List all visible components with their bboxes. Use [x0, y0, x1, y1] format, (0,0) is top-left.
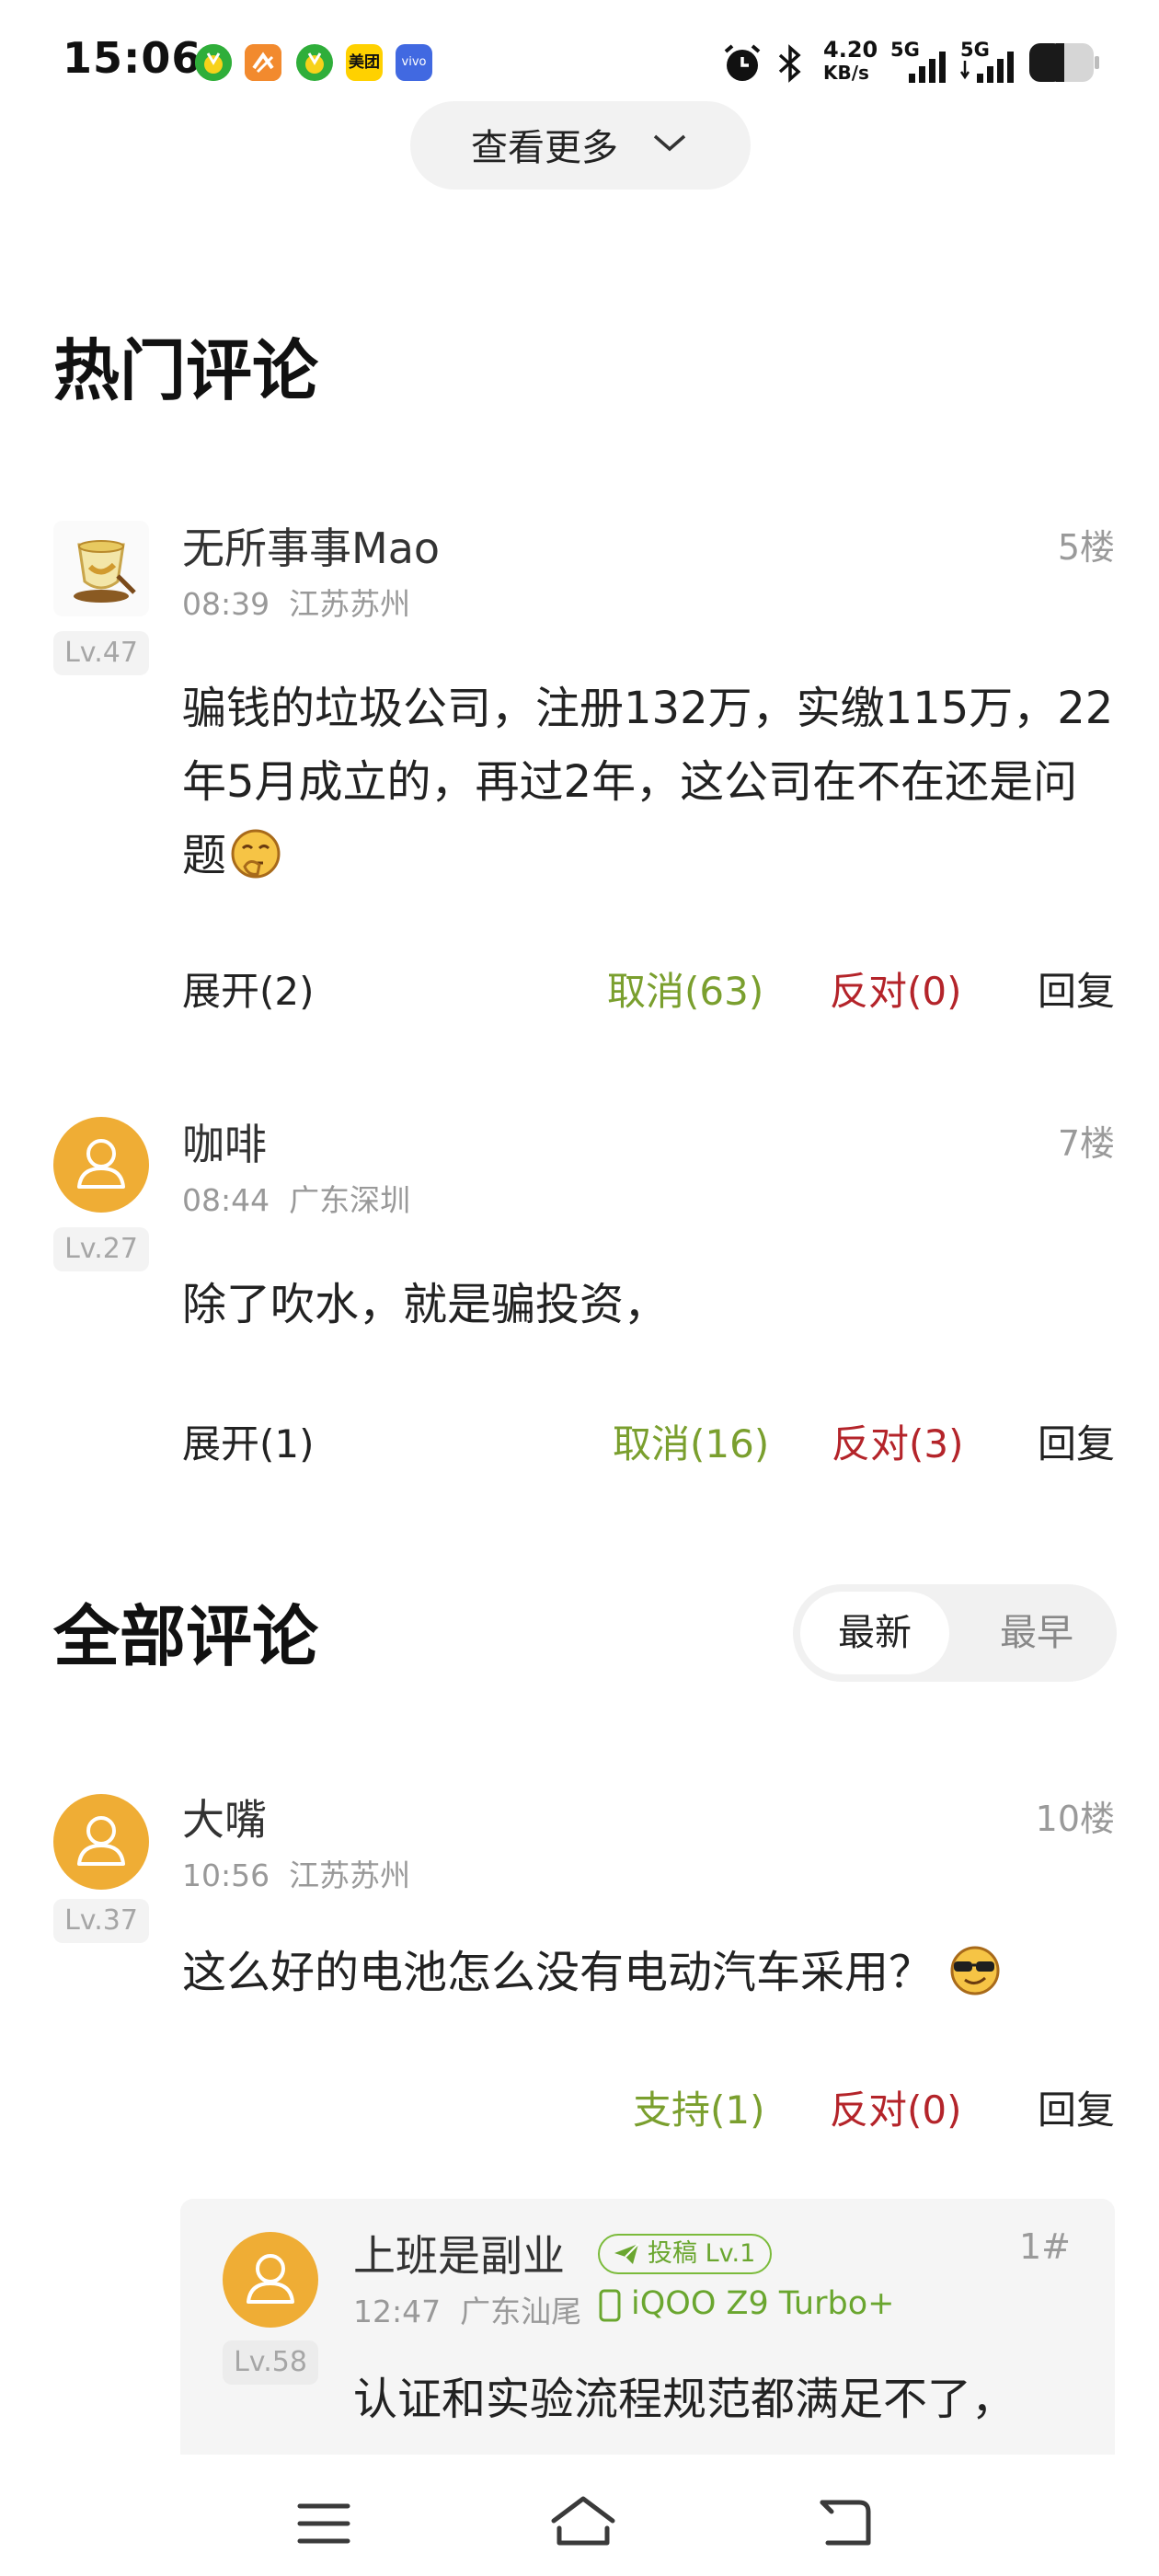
level-badge: Lv.37 — [53, 1899, 149, 1943]
comment-location: 广东深圳 — [289, 1182, 411, 1218]
system-nav-bar — [0, 2455, 1159, 2576]
oppose-button[interactable]: 反对(3) — [832, 1413, 964, 1469]
comment-meta: 08:44 广东深圳 — [182, 1176, 410, 1220]
support-button[interactable]: 支持(1) — [633, 2079, 765, 2135]
teacup-avatar-icon — [53, 521, 149, 616]
reply-button[interactable]: 回复 — [1038, 1413, 1115, 1469]
reply-text: 认证和实验流程规范都满足不了， — [353, 2374, 1016, 2425]
net-speed-value: 4.20 — [823, 37, 878, 63]
cancel-support-button[interactable]: 取消(16) — [613, 1413, 769, 1469]
default-user-icon — [77, 1139, 125, 1189]
battery-icon — [1028, 42, 1100, 86]
reply-time: 12:47 — [353, 2294, 442, 2329]
reply-floor: 1# — [1018, 2226, 1071, 2267]
comment-location: 江苏苏州 — [289, 1857, 411, 1893]
signal-icon — [959, 48, 1019, 88]
signal-icon — [907, 48, 949, 88]
level-badge: Lv.58 — [223, 2340, 318, 2385]
oppose-button[interactable]: 反对(0) — [830, 2079, 962, 2135]
vivo-label: vivo — [401, 55, 427, 69]
comment-text: 除了吹水，就是骗投资， — [182, 1279, 669, 1330]
all-comments-title: 全部评论 — [53, 1598, 319, 1675]
sort-oldest-tab[interactable]: 最早 — [968, 1592, 1106, 1674]
reply-thread: Lv.58 上班是副业 投稿 Lv.1 1# 12:47 广东汕尾 iQOO Z… — [180, 2199, 1115, 2475]
badge-label: 投稿 Lv.1 — [648, 2239, 756, 2268]
username[interactable]: 咖啡 — [182, 1111, 267, 1172]
back-icon[interactable] — [817, 2497, 872, 2548]
view-more-button[interactable]: 查看更多 — [410, 101, 751, 190]
comment-location: 江苏苏州 — [289, 586, 411, 622]
comment-text: 这么好的电池怎么没有电动汽车采用？ — [182, 1936, 1159, 2009]
reply-location: 广东汕尾 — [460, 2294, 582, 2329]
floor-number: 10楼 — [1035, 1799, 1115, 1839]
hot-comments-title: 热门评论 — [53, 332, 319, 409]
expand-replies-button[interactable]: 展开(1) — [182, 1413, 315, 1469]
reply-meta: 12:47 广东汕尾 — [353, 2287, 581, 2331]
device-name: iQOO Z9 Turbo+ — [631, 2285, 895, 2322]
avatar[interactable] — [223, 2232, 318, 2328]
meituan-icon: 美团 — [346, 44, 383, 81]
comment-meta: 08:39 江苏苏州 — [182, 580, 410, 624]
vivo-icon: vivo — [396, 44, 432, 81]
level-badge: Lv.27 — [53, 1227, 149, 1271]
default-user-icon — [247, 2254, 294, 2304]
chevron-down-icon — [653, 134, 686, 152]
alarm-icon — [721, 42, 763, 88]
username[interactable]: 无所事事Mao — [182, 515, 440, 576]
comment-time: 10:56 — [182, 1857, 270, 1893]
status-time: 15:06 — [63, 33, 202, 83]
meituan-label: 美团 — [349, 53, 380, 72]
comment-body: 这么好的电池怎么没有电动汽车采用？ — [182, 1947, 934, 1998]
level-badge: Lv.47 — [53, 631, 149, 675]
thinking-emoji-icon — [231, 829, 281, 879]
comment-time: 08:44 — [182, 1182, 270, 1218]
menu-icon[interactable] — [296, 2501, 351, 2547]
floor-number: 5楼 — [1057, 527, 1115, 568]
comment-body: 骗钱的垃圾公司，注册132万，实缴115万，22年5月成立的，再过2年，这公司在… — [182, 683, 1114, 881]
expand-replies-button[interactable]: 展开(2) — [182, 960, 315, 1017]
music-icon — [296, 44, 333, 81]
home-icon[interactable] — [550, 2495, 616, 2547]
comment-text: 骗钱的垃圾公司，注册132万，实缴115万，22年5月成立的，再过2年，这公司在… — [182, 672, 1120, 892]
cool-emoji-icon — [950, 1946, 1000, 1995]
floor-number: 7楼 — [1057, 1123, 1115, 1164]
reply-button[interactable]: 回复 — [1038, 2079, 1115, 2135]
wallet-icon — [245, 44, 281, 81]
phone-icon — [599, 2289, 621, 2322]
net-speed-unit: KB/s — [823, 62, 869, 84]
comment-meta: 10:56 江苏苏州 — [182, 1851, 410, 1895]
avatar[interactable] — [53, 521, 149, 616]
bluetooth-icon — [775, 42, 806, 88]
sort-newest-tab[interactable]: 最新 — [800, 1592, 949, 1674]
comment-time: 08:39 — [182, 586, 270, 622]
default-user-icon — [77, 1816, 125, 1866]
avatar[interactable] — [53, 1794, 149, 1890]
status-bar: 15:06 美团 vivo 4.20 KB/s 5G 5G — [0, 0, 1159, 110]
username[interactable]: 上班是副业 — [353, 2223, 565, 2283]
music-icon — [195, 44, 232, 81]
paper-plane-icon — [614, 2243, 639, 2264]
cancel-support-button[interactable]: 取消(63) — [607, 960, 763, 1017]
view-more-label: 查看更多 — [471, 127, 618, 169]
contributor-badge: 投稿 Lv.1 — [598, 2234, 773, 2274]
avatar[interactable] — [53, 1117, 149, 1213]
reply-button[interactable]: 回复 — [1038, 960, 1115, 1017]
oppose-button[interactable]: 反对(0) — [830, 960, 962, 1017]
sort-toggle: 最新 最早 — [793, 1584, 1117, 1682]
username[interactable]: 大嘴 — [182, 1787, 267, 1847]
